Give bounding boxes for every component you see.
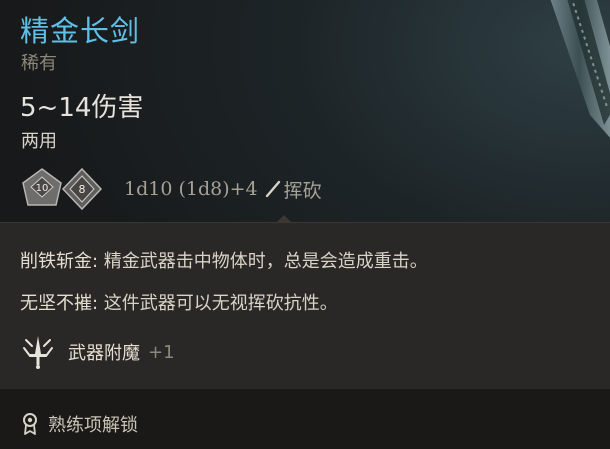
dice-formula: 1d10 (1d8)+4 — [124, 178, 258, 200]
damage-range: 5~14伤害 — [20, 93, 144, 123]
proficiency-label: 熟练项解锁 — [48, 415, 138, 436]
item-rarity: 稀有 — [21, 53, 57, 74]
proficiency-icon — [23, 413, 37, 435]
item-tooltip: 精金长剑 稀有 5~14伤害 两用 10 8 1d10 (1d8)+4 挥砍 削… — [0, 0, 610, 449]
damage-type: 挥砍 — [283, 179, 322, 202]
enchantment-bonus: +1 — [148, 341, 175, 363]
slash-icon — [265, 180, 280, 198]
handedness: 两用 — [21, 131, 57, 152]
item-name: 精金长剑 — [20, 14, 141, 48]
d8-die-label: 8 — [79, 183, 86, 196]
passive-1[interactable]: 削铁斩金: 精金武器击中物体时，总是会造成重击。 — [20, 247, 428, 273]
passive-1-name: 削铁斩金: — [20, 251, 99, 272]
passive-2-name: 无坚不摧: — [20, 293, 99, 314]
enchantment-label: 武器附魔 — [68, 343, 140, 364]
proficiency-row[interactable]: 熟练项解锁 — [20, 411, 138, 437]
d8-die-icon: 8 — [60, 167, 104, 211]
dice-row: 10 8 1d10 (1d8)+4 挥砍 — [20, 167, 322, 211]
enchantment-row[interactable]: 武器附魔 +1 — [20, 334, 175, 370]
sword-blade-image — [550, 0, 610, 138]
enchant-sword-icon — [23, 336, 53, 369]
passive-2-text: 这件武器可以无视挥砍抗性。 — [98, 293, 338, 314]
d10-die-label: 10 — [36, 183, 49, 194]
passive-1-text: 精金武器击中物体时，总是会造成重击。 — [98, 251, 428, 272]
passive-2[interactable]: 无坚不摧: 这件武器可以无视挥砍抗性。 — [20, 289, 338, 315]
d10-die-icon: 10 — [20, 167, 64, 211]
